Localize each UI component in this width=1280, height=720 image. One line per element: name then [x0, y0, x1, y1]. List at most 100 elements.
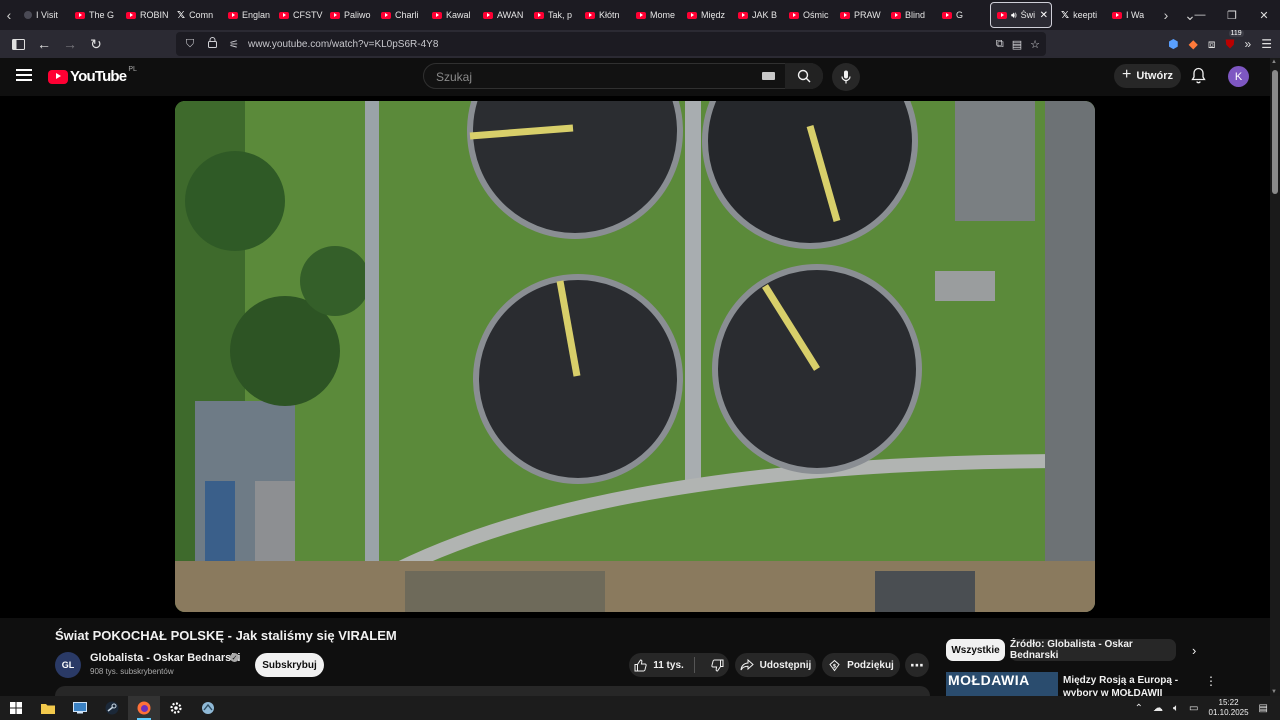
browser-tab-active[interactable]: 🔊︎ Świ ✕: [990, 2, 1052, 28]
tab-label: I Visit: [36, 10, 58, 20]
browser-tab[interactable]: Kłótn: [579, 2, 630, 28]
youtube-favicon-icon: [789, 11, 799, 19]
voice-search-button[interactable]: [832, 63, 860, 91]
recommended-video-thumbnail[interactable]: MOŁDAWIA: [946, 672, 1058, 696]
recommended-video-menu-icon[interactable]: ⋮: [1205, 674, 1217, 688]
minimize-button[interactable]: —: [1184, 0, 1216, 30]
reader-view-icon[interactable]: ▤: [1012, 38, 1022, 51]
youtube-favicon-icon: [126, 11, 136, 19]
channel-avatar[interactable]: GL: [55, 652, 81, 678]
notifications-bell-icon[interactable]: [1191, 67, 1206, 89]
browser-tab[interactable]: 𝕏 Comn: [171, 2, 222, 28]
tab-label: AWAN: [497, 10, 524, 20]
taskbar-clock[interactable]: 15:22 01.10.2025: [1209, 698, 1249, 718]
page-scrollbar[interactable]: ▲ ▼: [1270, 58, 1280, 696]
browser-tab[interactable]: Blind: [885, 2, 936, 28]
browser-tab[interactable]: JAK B: [732, 2, 783, 28]
browser-tab[interactable]: I Wa: [1106, 2, 1157, 28]
tab-scroll-right-button[interactable]: ›: [1157, 0, 1175, 30]
back-button[interactable]: ←: [32, 32, 56, 56]
description-box[interactable]: [55, 686, 930, 696]
tab-label: I Wa: [1126, 10, 1145, 20]
settings-gear-icon[interactable]: [160, 696, 192, 720]
browser-tab[interactable]: CFSTV: [273, 2, 324, 28]
guide-menu-icon[interactable]: [16, 69, 32, 81]
verified-check-icon: ✓: [230, 653, 239, 662]
browser-tab[interactable]: G: [936, 2, 987, 28]
close-window-button[interactable]: ✕: [1248, 0, 1280, 30]
browser-tab[interactable]: AWAN: [477, 2, 528, 28]
restore-button[interactable]: ❐: [1216, 0, 1248, 30]
browser-tab[interactable]: ROBIN: [120, 2, 171, 28]
onedrive-cloud-icon[interactable]: ☁: [1153, 703, 1163, 714]
tab-audio-icon[interactable]: 🔊︎: [1011, 10, 1017, 21]
shield-icon[interactable]: ⛉: [182, 38, 198, 51]
youtube-logo[interactable]: YouTube PL: [48, 66, 137, 85]
chevron-right-icon[interactable]: ›: [1192, 643, 1196, 658]
browser-tab[interactable]: The G: [69, 2, 120, 28]
create-button[interactable]: + Utwórz: [1114, 64, 1181, 88]
browser-tab[interactable]: Charli: [375, 2, 426, 28]
search-button[interactable]: [785, 63, 823, 89]
permissions-icon[interactable]: ⚟: [226, 38, 242, 51]
scrollbar-thumb[interactable]: [1272, 70, 1278, 194]
reload-button[interactable]: ↻: [84, 32, 108, 56]
browser-tab[interactable]: Paliwo: [324, 2, 375, 28]
chip-all[interactable]: Wszystkie: [946, 639, 1005, 661]
extensions-puzzle-icon[interactable]: ⧈: [1208, 37, 1216, 52]
dislike-button[interactable]: [701, 659, 724, 672]
app-menu-icon[interactable]: ☰: [1261, 37, 1272, 51]
file-explorer-icon[interactable]: [32, 696, 64, 720]
overflow-menu-icon[interactable]: »: [1245, 37, 1252, 51]
browser-tab[interactable]: Tak, p: [528, 2, 579, 28]
firefox-icon[interactable]: [128, 696, 160, 720]
youtube-favicon-icon: [585, 11, 595, 19]
browser-tab[interactable]: Ośmic: [783, 2, 834, 28]
x-favicon-icon: 𝕏: [1061, 9, 1070, 21]
browser-tab[interactable]: 𝕏keepti: [1055, 2, 1106, 28]
address-bar[interactable]: ⛉ ⚟ www.youtube.com/watch?v=KL0pS6R-4Y8 …: [176, 32, 1046, 56]
url-text[interactable]: www.youtube.com/watch?v=KL0pS6R-4Y8: [248, 39, 438, 50]
ublock-extension-icon[interactable]: ⛊ 119: [1226, 29, 1244, 52]
scroll-down-arrow-icon[interactable]: ▼: [1271, 689, 1277, 695]
subscribe-button[interactable]: Subskrybuj: [255, 653, 324, 677]
browser-tab[interactable]: PRAW: [834, 2, 885, 28]
start-button[interactable]: [0, 696, 32, 720]
fox-extension-icon[interactable]: ◆: [1189, 37, 1198, 51]
more-actions-button[interactable]: ⋯: [905, 653, 929, 677]
volume-icon[interactable]: 🔈︎: [1173, 703, 1179, 714]
steam-icon[interactable]: [96, 696, 128, 720]
browser-tab[interactable]: Kawal: [426, 2, 477, 28]
remote-desktop-icon[interactable]: [64, 696, 96, 720]
scroll-up-arrow-icon[interactable]: ▲: [1271, 59, 1277, 65]
search-input[interactable]: [434, 64, 758, 90]
video-player[interactable]: [175, 101, 1095, 612]
tab-scroll-left-button[interactable]: ‹: [0, 0, 18, 30]
tab-close-icon[interactable]: ✕: [1040, 10, 1048, 21]
account-avatar[interactable]: K: [1228, 66, 1249, 87]
forward-button[interactable]: →: [58, 32, 82, 56]
browser-tab[interactable]: Międz: [681, 2, 732, 28]
sidebar-toggle-icon[interactable]: [6, 32, 30, 56]
vpn-extension-icon[interactable]: ⬢: [1168, 37, 1178, 51]
browser-tab[interactable]: I Visit: [18, 2, 69, 28]
network-icon[interactable]: ▭: [1189, 703, 1198, 714]
channel-name[interactable]: Globalista - Oskar Bednarski: [90, 652, 240, 664]
bookmark-star-icon[interactable]: ☆: [1030, 38, 1040, 51]
tray-overflow-chevron-icon[interactable]: ⌃: [1135, 703, 1143, 714]
clock-time: 15:22: [1218, 698, 1239, 707]
picture-in-picture-icon[interactable]: ⧉: [996, 38, 1004, 51]
share-button[interactable]: Udostępnij: [735, 653, 816, 677]
like-button[interactable]: 11 tys.: [634, 657, 695, 673]
keyboard-icon[interactable]: [762, 72, 775, 80]
tab-label: Comn: [189, 10, 214, 20]
youtube-favicon-icon: [75, 11, 85, 19]
thanks-button[interactable]: $ Podziękuj: [822, 653, 900, 677]
chip-source-channel[interactable]: Źródło: Globalista - Oskar Bednarski: [1010, 639, 1176, 661]
app-icon[interactable]: [192, 696, 224, 720]
browser-tab[interactable]: Englan: [222, 2, 273, 28]
browser-tab[interactable]: Mome: [630, 2, 681, 28]
recommended-video-title[interactable]: Między Rosją a Europą - wybory w MOŁDAWI…: [1063, 674, 1203, 696]
lock-icon[interactable]: [204, 37, 220, 51]
notification-center-icon[interactable]: ▤: [1259, 703, 1268, 714]
